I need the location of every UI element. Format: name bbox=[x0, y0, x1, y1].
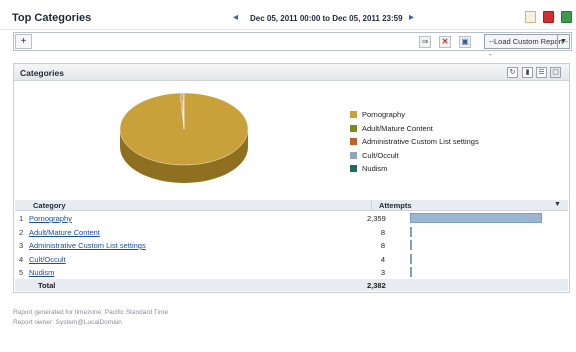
table-row: 3 Administrative Custom List settings 8 bbox=[15, 238, 568, 252]
column-header-attempts[interactable]: Attempts bbox=[379, 201, 412, 210]
attempts-bar bbox=[410, 267, 412, 277]
legend-swatch bbox=[350, 151, 357, 159]
date-range-label: Dec 05, 2011 00:00 to Dec 05, 2011 23:59 bbox=[250, 14, 403, 23]
add-filter-button[interactable]: + bbox=[15, 34, 32, 49]
chevron-down-icon[interactable]: ▼ bbox=[557, 35, 569, 48]
maximize-icon[interactable]: ▢ bbox=[550, 67, 561, 78]
category-link[interactable]: Adult/Mature Content bbox=[29, 228, 100, 237]
footer-timezone: Report generated for timezone: Pacific S… bbox=[13, 309, 168, 316]
table-row: 5 Nudism 3 bbox=[15, 265, 568, 279]
page-title: Top Categories bbox=[12, 12, 92, 24]
legend-swatch bbox=[350, 165, 357, 172]
table-row: 1 Pornography 2,359 bbox=[15, 211, 568, 225]
legend-label: Pornography bbox=[362, 110, 405, 119]
custom-report-select[interactable]: --Load Custom Report -- ▼ bbox=[484, 34, 570, 59]
attempts-value: 8 bbox=[380, 241, 385, 250]
category-link[interactable]: Nudism bbox=[29, 268, 54, 277]
panel-title: Categories bbox=[20, 68, 64, 78]
attempts-value: 8 bbox=[380, 227, 385, 237]
total-value: 2,382 bbox=[367, 280, 386, 290]
filter-bar: + ⇒ ✕ ▣ --Load Custom Report -- ▼ bbox=[13, 32, 572, 59]
table-total-row: Total 2,382 bbox=[15, 278, 568, 291]
legend-swatch bbox=[350, 124, 357, 132]
table-row: 4 Cult/Occult 4 bbox=[15, 252, 568, 266]
arrow-right-icon[interactable]: ⇒ bbox=[419, 36, 431, 48]
categories-panel: Categories ↻ ▮ ☰ ▢ Pornography Adult/Mat… bbox=[13, 63, 570, 293]
table-header: Category Attempts ▼ bbox=[15, 200, 568, 211]
close-icon[interactable]: ✕ bbox=[439, 36, 451, 48]
legend-label: Cult/Occult bbox=[362, 150, 399, 160]
footer-owner: Report owner: System@LocalDomain bbox=[13, 319, 122, 326]
legend-swatch bbox=[350, 111, 357, 118]
custom-report-label: --Load Custom Report -- bbox=[489, 37, 568, 59]
chevron-right-icon[interactable]: ▸ bbox=[409, 12, 414, 23]
report-header: Top Categories ◂ Dec 05, 2011 00:00 to D… bbox=[0, 0, 576, 30]
column-divider bbox=[371, 200, 372, 211]
calendar-icon[interactable] bbox=[525, 11, 536, 23]
panel-header: Categories ↻ ▮ ☰ ▢ bbox=[14, 64, 569, 81]
attempts-value: 2,359 bbox=[367, 214, 386, 223]
floppy-disk-icon[interactable]: ▣ bbox=[459, 36, 471, 48]
attempts-bar bbox=[410, 226, 412, 237]
table-view-icon[interactable]: ☰ bbox=[536, 67, 547, 78]
total-label: Total bbox=[38, 280, 56, 290]
attempts-value: 3 bbox=[380, 268, 385, 277]
column-header-category[interactable]: Category bbox=[33, 201, 66, 210]
category-link[interactable]: Pornography bbox=[29, 214, 72, 223]
bar-chart-icon[interactable]: ▮ bbox=[522, 67, 533, 78]
row-number: 3 bbox=[19, 241, 24, 250]
pie-chart bbox=[119, 92, 249, 183]
attempts-value: 4 bbox=[380, 254, 385, 264]
excel-export-icon[interactable] bbox=[561, 11, 572, 23]
sort-down-icon[interactable]: ▼ bbox=[554, 201, 561, 208]
category-link[interactable]: Administrative Custom List settings bbox=[29, 241, 146, 250]
legend-label: Adult/Mature Content bbox=[362, 123, 433, 133]
pdf-export-icon[interactable] bbox=[543, 11, 554, 23]
table-row: 2 Adult/Mature Content 8 bbox=[15, 225, 568, 239]
row-number: 4 bbox=[19, 254, 24, 264]
chevron-left-icon[interactable]: ◂ bbox=[233, 12, 238, 23]
attempts-bar bbox=[410, 253, 412, 264]
attempts-table: Category Attempts ▼ 1 Pornography 2,359 … bbox=[15, 200, 568, 291]
legend-label: Administrative Custom List settings bbox=[362, 137, 479, 146]
attempts-bar bbox=[410, 213, 542, 223]
row-number: 2 bbox=[19, 227, 24, 237]
row-number: 5 bbox=[19, 268, 24, 277]
refresh-icon[interactable]: ↻ bbox=[507, 67, 518, 78]
report-footer: Report generated for timezone: Pacific S… bbox=[13, 308, 168, 328]
legend-swatch bbox=[350, 138, 357, 145]
legend-label: Nudism bbox=[362, 164, 388, 173]
row-number: 1 bbox=[19, 214, 24, 223]
attempts-bar bbox=[410, 240, 412, 250]
category-link[interactable]: Cult/Occult bbox=[29, 255, 66, 264]
filter-input[interactable] bbox=[35, 34, 415, 49]
